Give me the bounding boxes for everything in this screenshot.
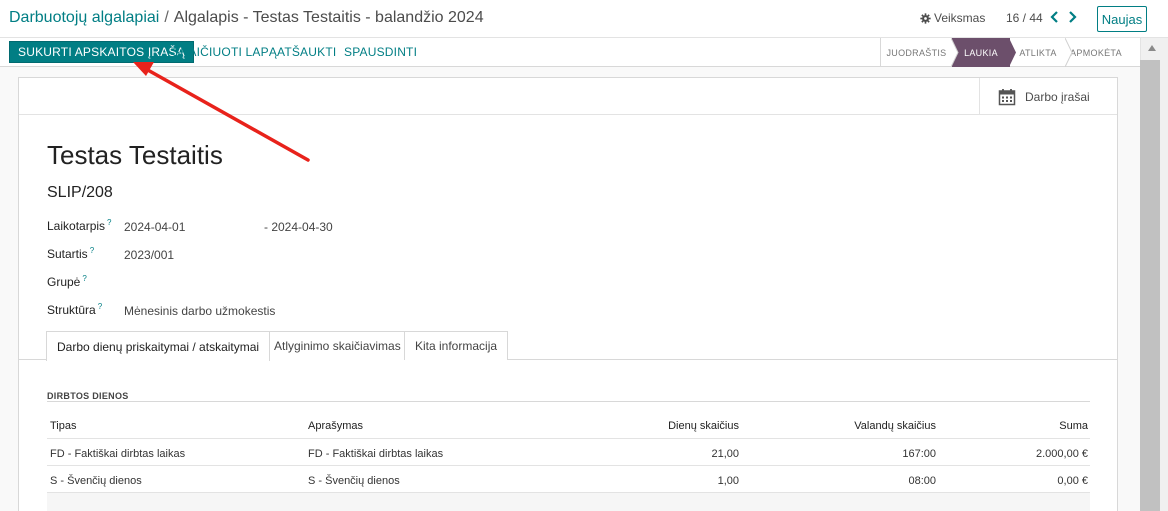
tab-worked-days[interactable]: Darbo dienų priskaitymai / atskaitymai bbox=[46, 331, 271, 361]
status-stage-label: APMOKĖTA bbox=[1070, 47, 1122, 58]
status-stage-label: LAUKIA bbox=[964, 47, 998, 58]
actions-menu-label: Veiksmas bbox=[934, 11, 986, 25]
gear-icon bbox=[920, 12, 931, 24]
help-tooltip-icon[interactable]: ? bbox=[107, 218, 111, 227]
work-entries-label: Darbo įrašai bbox=[1025, 89, 1090, 104]
worked-days-section-title: DIRBTOS DIENOS bbox=[47, 391, 129, 401]
status-stage-waiting[interactable]: LAUKIA bbox=[952, 38, 1016, 67]
help-tooltip-icon[interactable]: ? bbox=[82, 274, 86, 283]
employee-name-title: Testas Testaitis bbox=[47, 140, 223, 170]
cancel-button[interactable]: ATŠAUKTI bbox=[277, 45, 336, 59]
cell-amount: 2.000,00 € bbox=[1036, 448, 1088, 460]
column-header-hours[interactable]: Valandų skaičius bbox=[854, 420, 936, 432]
form-sheet: Darbo įrašai Testas Testaitis SLIP/208 L… bbox=[18, 77, 1118, 511]
scrollbar-thumb[interactable] bbox=[1140, 60, 1160, 511]
period-from-field[interactable]: 2024-04-01 bbox=[124, 220, 185, 234]
cell-amount: 0,00 € bbox=[1057, 475, 1088, 487]
chevron-separator-icon bbox=[1065, 38, 1073, 67]
column-header-days[interactable]: Dienų skaičius bbox=[668, 420, 739, 432]
tab-other-info[interactable]: Kita informacija bbox=[404, 331, 509, 360]
cell-type: S - Švenčių dienos bbox=[50, 475, 142, 487]
work-entries-smart-button[interactable]: Darbo įrašai bbox=[979, 78, 1117, 115]
table-header: Tipas Aprašymas Dienų skaičius Valandų s… bbox=[47, 402, 1090, 439]
status-stage-label: JUODRAŠTIS bbox=[886, 47, 947, 58]
help-tooltip-icon[interactable]: ? bbox=[90, 246, 94, 255]
table-row[interactable]: FD - Faktiškai dirbtas laikas FD - Fakti… bbox=[47, 439, 1090, 466]
period-to-field[interactable]: - 2024-04-30 bbox=[264, 220, 333, 234]
new-record-button[interactable]: Naujas bbox=[1097, 6, 1147, 32]
status-stage-label: ATLIKTA bbox=[1019, 47, 1057, 58]
pager-value[interactable]: 16 / 44 bbox=[1006, 11, 1043, 25]
breadcrumb: Darbuotojų algalapiai / Algalapis - Testas… bbox=[9, 9, 484, 27]
breadcrumb-current: Algalapis - Testas Testaitis - balandžio… bbox=[173, 9, 484, 26]
create-accounting-entry-button[interactable]: SUKURTI APSKAITOS ĮRAŠĄ bbox=[9, 41, 194, 63]
column-header-description[interactable]: Aprašymas bbox=[308, 420, 363, 432]
cell-days: 1,00 bbox=[717, 475, 739, 487]
compute-sheet-button[interactable]: SKAIČIUOTI LAPĄ bbox=[172, 45, 277, 59]
pager-next-button[interactable] bbox=[1065, 8, 1079, 26]
actions-menu-button[interactable]: Veiksmas bbox=[920, 11, 985, 25]
worked-days-table: Tipas Aprašymas Dienų skaičius Valandų s… bbox=[47, 401, 1090, 511]
column-header-type[interactable]: Tipas bbox=[50, 420, 77, 432]
table-footer bbox=[47, 493, 1090, 511]
breadcrumb-separator: / bbox=[164, 9, 169, 26]
cell-description: S - Švenčių dienos bbox=[308, 475, 400, 487]
payslip-reference: SLIP/208 bbox=[47, 184, 113, 201]
table-row[interactable]: S - Švenčių dienos S - Švenčių dienos 1,… bbox=[47, 466, 1090, 493]
contract-field[interactable]: 2023/001 bbox=[124, 248, 174, 262]
status-stage-done[interactable]: ATLIKTA bbox=[1010, 38, 1073, 67]
structure-label: Struktūra? bbox=[47, 302, 103, 317]
status-bar: JUODRAŠTIS LAUKIA ATLIKTA APMOKĖTA bbox=[880, 38, 1126, 67]
cell-type: FD - Faktiškai dirbtas laikas bbox=[50, 448, 186, 460]
structure-field[interactable]: Mėnesinis darbo užmokestis bbox=[124, 304, 275, 318]
contract-label: Sutartis? bbox=[47, 246, 95, 261]
status-stage-paid[interactable]: APMOKĖTA bbox=[1066, 38, 1126, 67]
cell-days: 21,00 bbox=[711, 448, 739, 460]
chevron-left-icon bbox=[1049, 11, 1058, 23]
cell-hours: 08:00 bbox=[908, 475, 936, 487]
cell-hours: 167:00 bbox=[902, 448, 936, 460]
top-bar: Darbuotojų algalapiai / Algalapis - Testas… bbox=[0, 0, 1168, 38]
chevron-right-icon bbox=[1068, 11, 1077, 23]
notebook-tabs: Darbo dienų priskaitymai / atskaitymai A… bbox=[19, 331, 1117, 361]
tab-salary-computation[interactable]: Atlyginimo skaičiavimas bbox=[263, 331, 412, 360]
help-tooltip-icon[interactable]: ? bbox=[98, 302, 102, 311]
calendar-icon bbox=[998, 88, 1016, 105]
group-label: Grupė? bbox=[47, 274, 87, 289]
scroll-up-icon[interactable] bbox=[1147, 44, 1157, 52]
smart-button-box: Darbo įrašai bbox=[19, 78, 1117, 115]
cell-description: FD - Faktiškai dirbtas laikas bbox=[308, 448, 444, 460]
chevron-separator-icon bbox=[951, 38, 959, 67]
print-button[interactable]: SPAUSDINTI bbox=[344, 45, 417, 59]
breadcrumb-parent-link[interactable]: Darbuotojų algalapiai bbox=[9, 9, 159, 26]
chevron-separator-icon bbox=[1009, 38, 1016, 67]
period-label: Laikotarpis? bbox=[47, 218, 112, 233]
control-bar: SUKURTI APSKAITOS ĮRAŠĄ SKAIČIUOTI LAPĄ … bbox=[0, 38, 1140, 67]
status-stage-draft[interactable]: JUODRAŠTIS bbox=[880, 38, 959, 67]
pager-previous-button[interactable] bbox=[1047, 8, 1061, 26]
column-header-amount[interactable]: Suma bbox=[1059, 420, 1088, 432]
